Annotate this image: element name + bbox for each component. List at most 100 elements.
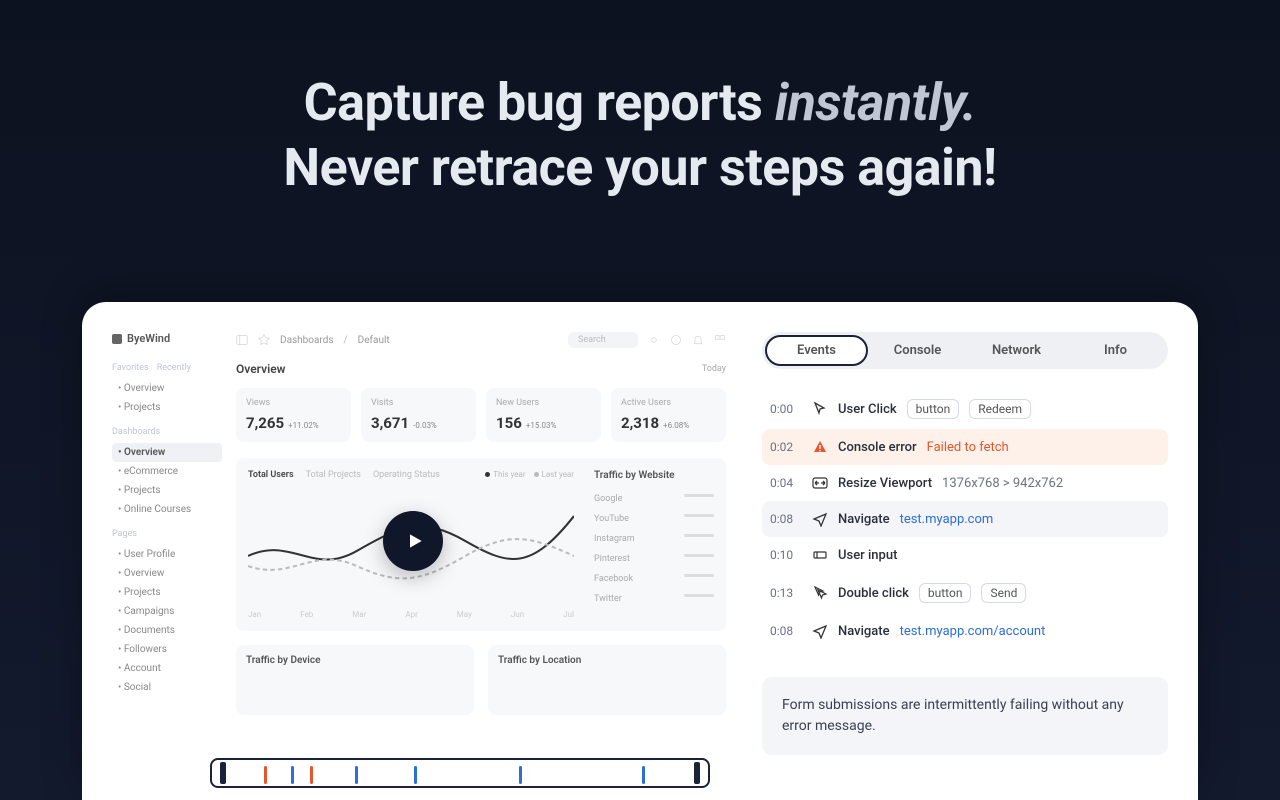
event-row[interactable]: 0:02 Console error Failed to fetch xyxy=(762,429,1168,465)
stat-card: Views7,265+11.02% xyxy=(236,388,351,442)
timeline-tick xyxy=(264,766,267,784)
stat-card: New Users156+15.03% xyxy=(486,388,601,442)
sidebar-item[interactable]: • Followers xyxy=(112,640,222,659)
event-name: Navigate xyxy=(838,512,890,527)
history-icon[interactable] xyxy=(670,334,682,346)
warn-icon xyxy=(812,439,828,455)
timeline-tick xyxy=(642,766,645,784)
nav-icon xyxy=(812,511,828,527)
sidebar-item[interactable]: • Campaigns xyxy=(112,602,222,621)
sidebar-section-favorites: FavoritesRecently xyxy=(112,363,222,373)
chart-tab-operating-status[interactable]: Operating Status xyxy=(373,470,440,480)
timeline-tick xyxy=(414,766,417,784)
sidebar-item[interactable]: • Projects xyxy=(112,583,222,602)
dbl-icon xyxy=(812,585,828,601)
chart-tabs: Total Users Total Projects Operating Sta… xyxy=(248,470,574,480)
traffic-by-website: Traffic by Website GoogleYouTubeInstagra… xyxy=(594,470,714,619)
grid-icon[interactable] xyxy=(714,334,726,346)
hero-heading: Capture bug reports instantly. Never ret… xyxy=(0,0,1280,240)
events-panel: Events Console Network Info 0:00 User Cl… xyxy=(744,302,1198,800)
sidebar-item[interactable]: • User Profile xyxy=(112,545,222,564)
event-link[interactable]: test.myapp.com/account xyxy=(900,624,1046,639)
traffic-row: Google xyxy=(594,489,714,509)
event-name: Resize Viewport xyxy=(838,476,932,491)
event-time: 0:02 xyxy=(770,440,802,454)
play-button[interactable] xyxy=(383,511,443,571)
timeline-tick xyxy=(310,766,313,784)
dashboard-main: Dashboards/ Default Search OverviewToday… xyxy=(222,332,726,800)
chart-tab-total-users[interactable]: Total Users xyxy=(248,470,294,480)
timeline-tick xyxy=(291,766,294,784)
sidebar-item[interactable]: • Projects xyxy=(112,398,222,417)
sidebar-item[interactable]: • Online Courses xyxy=(112,500,222,519)
sidebar-item[interactable]: • Overview xyxy=(112,564,222,583)
sun-icon[interactable] xyxy=(648,334,660,346)
event-name: User input xyxy=(838,548,897,563)
traffic-by-device: Traffic by Device xyxy=(236,645,474,715)
sidebar-item[interactable]: • Documents xyxy=(112,621,222,640)
event-time: 0:04 xyxy=(770,476,802,490)
star-icon[interactable] xyxy=(258,334,270,346)
sidebar-item[interactable]: • Projects xyxy=(112,481,222,500)
stat-cards: Views7,265+11.02%Visits3,671-0.03%New Us… xyxy=(236,388,726,442)
sidebar-item[interactable]: • Account xyxy=(112,659,222,678)
tab-info[interactable]: Info xyxy=(1066,335,1165,366)
tab-network[interactable]: Network xyxy=(967,335,1066,366)
sidebar-item[interactable]: • Social xyxy=(112,678,222,697)
sidebar-toggle-icon[interactable] xyxy=(236,334,248,346)
dashboard-topbar: Dashboards/ Default Search xyxy=(236,332,726,348)
sidebar-item[interactable]: • Overview xyxy=(112,443,222,462)
event-link[interactable]: test.myapp.com xyxy=(900,512,994,527)
cursor-icon xyxy=(812,401,828,417)
event-time: 0:13 xyxy=(770,586,802,600)
search-input[interactable]: Search xyxy=(568,332,638,348)
panel-tabs: Events Console Network Info xyxy=(762,332,1168,369)
event-row[interactable]: 0:04 Resize Viewport 1376x768 > 942x762 xyxy=(762,465,1168,501)
timeline-scrubber[interactable] xyxy=(210,758,710,788)
sidebar-section-pages: Pages xyxy=(112,529,222,539)
event-row[interactable]: 0:10 User input xyxy=(762,537,1168,573)
brand-icon xyxy=(112,334,122,344)
event-row[interactable]: 0:00 User Click button Redeem xyxy=(762,389,1168,429)
event-row[interactable]: 0:08 Navigate test.myapp.com/account xyxy=(762,613,1168,649)
event-row[interactable]: 0:08 Navigate test.myapp.com xyxy=(762,501,1168,537)
event-pill: Send xyxy=(981,583,1026,603)
nav-icon xyxy=(812,623,828,639)
event-time: 0:00 xyxy=(770,402,802,416)
input-icon xyxy=(812,547,828,563)
sidebar-item[interactable]: • Overview xyxy=(112,379,222,398)
chart-panel: Total Users Total Projects Operating Sta… xyxy=(236,458,726,631)
traffic-row: Instagram xyxy=(594,529,714,549)
tab-events[interactable]: Events xyxy=(765,335,868,366)
bell-icon[interactable] xyxy=(692,334,704,346)
tab-console[interactable]: Console xyxy=(868,335,967,366)
timeline-track[interactable] xyxy=(232,760,688,786)
traffic-row: Facebook xyxy=(594,569,714,589)
breadcrumb: Dashboards xyxy=(280,335,334,346)
timeline-tick xyxy=(355,766,358,784)
traffic-row: Pinterest xyxy=(594,549,714,569)
traffic-row: Twitter xyxy=(594,589,714,609)
sidebar-section-dashboards: Dashboards xyxy=(112,427,222,437)
timeline-handle-right[interactable] xyxy=(694,762,700,784)
stat-card: Active Users2,318+6.08% xyxy=(611,388,726,442)
event-name: Navigate xyxy=(838,624,890,639)
event-name: Double click xyxy=(838,586,909,601)
event-time: 0:08 xyxy=(770,624,802,638)
event-time: 0:10 xyxy=(770,548,802,562)
dashboard-sidebar: ByeWind FavoritesRecently • Overview• Pr… xyxy=(112,332,222,800)
event-detail: 1376x768 > 942x762 xyxy=(942,476,1063,491)
issue-note: Form submissions are intermittently fail… xyxy=(762,677,1168,755)
event-name: Console error xyxy=(838,440,917,455)
event-row[interactable]: 0:13 Double click button Send xyxy=(762,573,1168,613)
traffic-by-location: Traffic by Location xyxy=(488,645,726,715)
event-name: User Click xyxy=(838,402,897,417)
event-list: 0:00 User Click button Redeem 0:02 Conso… xyxy=(762,389,1168,649)
event-pill: button xyxy=(919,583,972,603)
breadcrumb-current: Default xyxy=(358,335,390,346)
event-error: Failed to fetch xyxy=(927,440,1009,455)
sidebar-item[interactable]: • eCommerce xyxy=(112,462,222,481)
app-card: ByeWind FavoritesRecently • Overview• Pr… xyxy=(82,302,1198,800)
timeline-handle-left[interactable] xyxy=(220,762,226,784)
chart-tab-total-projects[interactable]: Total Projects xyxy=(306,470,361,480)
